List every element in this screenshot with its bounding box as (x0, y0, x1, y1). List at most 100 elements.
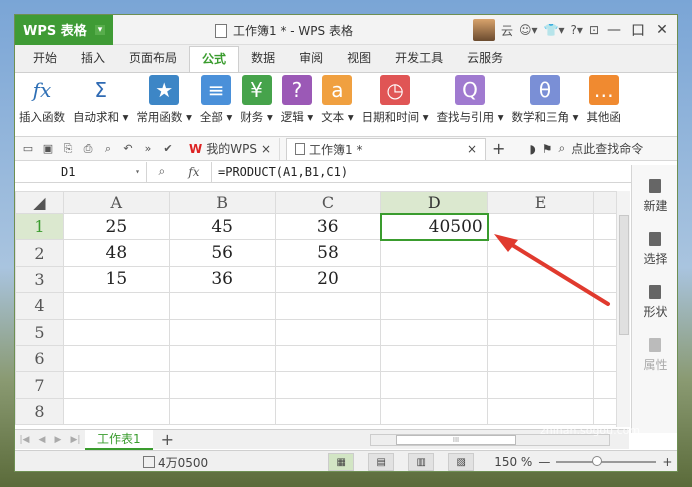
menu-7[interactable]: 开发工具 (383, 46, 455, 72)
close-icon[interactable]: × (261, 142, 271, 156)
add-tab-button[interactable]: + (492, 139, 505, 158)
cell-e1[interactable] (487, 212, 595, 241)
sync-icon[interactable]: ◗ (529, 142, 535, 156)
print-icon[interactable]: ⎙ (81, 142, 95, 156)
menu-0[interactable]: 开始 (21, 46, 69, 72)
menu-2[interactable]: 页面布局 (117, 46, 189, 72)
ribbon-button-0[interactable]: fx 插入函数 (19, 75, 65, 125)
cell-d2[interactable] (380, 239, 489, 267)
cell-d7[interactable] (380, 371, 489, 399)
menu-1[interactable]: 插入 (69, 46, 117, 72)
cell-c7[interactable] (274, 371, 382, 399)
row-header[interactable]: 1 (15, 212, 64, 241)
command-search[interactable]: 点此查找命令 (571, 140, 643, 157)
cell-d3[interactable] (380, 265, 489, 294)
menu-3[interactable]: 公式 (189, 46, 240, 72)
cell-a2[interactable]: 48 (62, 239, 170, 267)
close-icon[interactable]: × (467, 142, 477, 156)
normal-view-button[interactable]: ▦ (328, 453, 355, 471)
cell-c8[interactable] (274, 397, 382, 426)
shirt-icon[interactable]: 👕▾ (544, 23, 565, 37)
open-icon[interactable]: ▭ (21, 142, 35, 156)
page-break-view-button[interactable]: ▥ (408, 453, 435, 471)
close-button[interactable]: ✕ (653, 22, 671, 38)
ribbon-button-6[interactable]: a 文本 ▾ (321, 75, 354, 125)
page-view-button[interactable]: ▤ (368, 453, 395, 471)
side-panel-0[interactable]: 新建 (643, 179, 668, 214)
maximize-button[interactable]: 口 (629, 20, 647, 40)
column-header-e[interactable]: E (487, 191, 595, 214)
ribbon-button-2[interactable]: ★ 常用函数 ▾ (136, 75, 192, 125)
cell-b7[interactable] (168, 371, 276, 399)
cell-a3[interactable]: 15 (62, 265, 170, 294)
row-header[interactable]: 6 (15, 344, 64, 373)
row-header[interactable]: 7 (15, 371, 64, 399)
ribbon-button-9[interactable]: θ 数学和三角 ▾ (512, 75, 578, 125)
cell-e5[interactable] (487, 318, 595, 346)
column-header-d[interactable]: D (380, 191, 489, 215)
cell-b3[interactable]: 36 (168, 265, 276, 294)
side-panel-2[interactable]: 形状 (643, 285, 668, 320)
next-sheet-icon[interactable]: ▶ (55, 435, 62, 445)
tab-workbook[interactable]: 工作簿1 * × (286, 137, 487, 160)
pin-icon[interactable]: ✔ (161, 142, 175, 156)
cell-c4[interactable] (274, 292, 382, 320)
side-panel-3[interactable]: 属性 (643, 338, 668, 373)
cell-a6[interactable] (62, 344, 170, 373)
user-name[interactable]: 云 (501, 22, 513, 39)
cell-d1[interactable]: 40500 (379, 212, 489, 241)
cell-a8[interactable] (62, 397, 170, 426)
cell-e4[interactable] (487, 292, 595, 320)
cell-a4[interactable] (62, 292, 170, 320)
cell-c3[interactable]: 20 (274, 265, 382, 294)
reading-view-button[interactable]: ▧ (448, 453, 475, 471)
ribbon-button-5[interactable]: ? 逻辑 ▾ (281, 75, 313, 125)
menu-4[interactable]: 数据 (239, 46, 287, 72)
tab-my-wps[interactable]: W 我的WPS × (181, 137, 281, 160)
add-sheet-button[interactable]: + (161, 430, 174, 449)
cell-e7[interactable] (487, 371, 595, 399)
cell-b5[interactable] (168, 318, 276, 346)
scroll-thumb[interactable]: III (396, 435, 516, 445)
more-icon[interactable]: » (141, 142, 155, 156)
cell-b6[interactable] (168, 344, 276, 373)
avatar[interactable] (473, 19, 495, 41)
export-icon[interactable]: ⎘ (61, 142, 75, 156)
prev-sheet-icon[interactable]: ◀ (39, 435, 46, 445)
cell-e3[interactable] (487, 265, 595, 294)
ribbon-button-1[interactable]: Σ 自动求和 ▾ (73, 75, 128, 125)
first-sheet-icon[interactable]: |◀ (20, 435, 30, 445)
ribbon-button-4[interactable]: ¥ 财务 ▾ (240, 75, 273, 125)
minimize-button[interactable]: — (605, 22, 623, 38)
cell-b8[interactable] (168, 397, 276, 426)
row-header[interactable]: 2 (15, 239, 64, 267)
zoom-in-button[interactable]: + (662, 455, 672, 469)
cell-e2[interactable] (487, 239, 595, 267)
scroll-thumb[interactable] (619, 215, 629, 335)
fx-icon[interactable]: fx (188, 165, 199, 179)
cell-d8[interactable] (380, 397, 489, 426)
cell-c2[interactable]: 58 (274, 239, 382, 267)
flag-icon[interactable]: ⚑ (542, 142, 553, 156)
chevron-down-icon[interactable]: ▾ (135, 162, 140, 182)
preview-icon[interactable]: ⌕ (101, 142, 115, 156)
cell-a5[interactable] (62, 318, 170, 346)
column-header-a[interactable]: A (62, 191, 170, 214)
formula-input[interactable]: =PRODUCT(A1,B1,C1) (211, 161, 677, 182)
row-header[interactable]: 3 (15, 265, 64, 294)
cell-d5[interactable] (380, 318, 489, 346)
help-icon[interactable]: ?▾ (571, 23, 583, 37)
zoom-icon[interactable]: ⌕ (159, 164, 166, 179)
cell-d4[interactable] (380, 292, 489, 320)
zoom-level[interactable]: 150 % (494, 455, 532, 469)
column-header-c[interactable]: C (274, 191, 382, 214)
cell-e6[interactable] (487, 344, 595, 373)
ribbon-button-8[interactable]: Q 查找与引用 ▾ (437, 75, 504, 125)
sheet-tab[interactable]: 工作表1 (85, 429, 153, 450)
app-menu-button[interactable]: WPS 表格 ▾ (15, 15, 114, 45)
restore-icon[interactable]: ⊡ (589, 23, 599, 37)
last-sheet-icon[interactable]: ▶| (70, 435, 80, 445)
cell-c5[interactable] (274, 318, 382, 346)
cell-c1[interactable]: 36 (274, 212, 382, 241)
zoom-out-button[interactable]: — (538, 455, 550, 469)
